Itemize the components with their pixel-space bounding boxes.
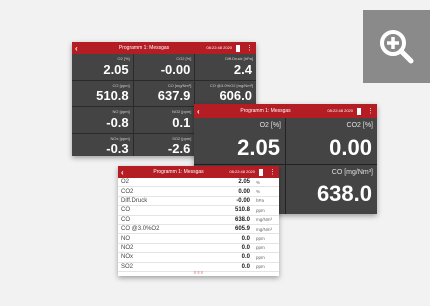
measurement-cell[interactable]: CO [mg/Nm³] 638.0 (286, 165, 377, 214)
row-name: CO (118, 205, 207, 216)
measurement-value: 0.00 (329, 135, 372, 160)
measurement-label: NOx [ppm] (110, 135, 130, 141)
row-unit: hPa (253, 196, 279, 207)
measurement-value: 606.0 (219, 88, 252, 103)
row-name: O2 (118, 178, 207, 188)
screen-title: Programm 1: Messgas (118, 45, 170, 51)
measurement-value: -0.3 (106, 141, 129, 156)
row-name: CO (118, 215, 207, 225)
row-value: 0.0 (207, 233, 253, 244)
measurement-cell[interactable]: CO [ppm] 510.8 (72, 80, 133, 106)
screen-titlebar: ‹ Programm 1: Messgas 08:22:48 2020 ⋮ (72, 42, 256, 54)
battery-icon (259, 168, 263, 176)
measurement-label: Diff.Druck [hPa] (225, 56, 253, 61)
measurement-label: CO2 [%] (346, 122, 373, 129)
measurement-value: 2.4 (233, 61, 252, 77)
row-unit: % (253, 178, 279, 188)
measurement-cell[interactable]: NOx [ppm] -0.3 (72, 133, 133, 156)
screen-title: Programm 1: Messgas (240, 108, 291, 114)
measurement-value: 0.1 (172, 114, 191, 130)
clock: 08:22:48 2020 (327, 108, 353, 113)
row-value: 510.8 (207, 205, 253, 216)
measurement-cell[interactable]: NO2 [ppm] 0.1 (133, 107, 195, 133)
measurement-label: CO2 [%] (176, 56, 192, 61)
row-name: Diff.Druck (118, 196, 207, 207)
battery-icon (357, 107, 361, 115)
measurement-cell[interactable]: Diff.Druck [hPa] 2.4 (195, 54, 256, 80)
measurement-value: 510.8 (96, 88, 129, 103)
measurement-table: O2 2.05% CO2 0.00% Diff.Druck -0.00 hPa CO 510.8… (118, 178, 279, 272)
table-row: NO 0.0 ppm (118, 233, 279, 244)
measurement-label: NO [ppm] (112, 109, 130, 114)
back-icon[interactable]: ‹ (197, 107, 200, 116)
row-name: NO2 (118, 243, 207, 254)
measurement-value: 638.0 (316, 181, 372, 206)
row-value: 605.9 (207, 224, 253, 235)
row-unit: mg/Nm³ (253, 215, 279, 225)
screen-title: Programm 1: Messgas (153, 169, 204, 175)
measurement-cell[interactable]: O2 [%] 2.05 (194, 118, 285, 164)
more-icon[interactable]: ⋮ (367, 107, 374, 115)
more-icon[interactable]: ⋮ (246, 44, 253, 52)
table-row: O2 2.05% (118, 178, 279, 188)
measurement-value: -0.00 (160, 61, 191, 77)
back-icon[interactable]: ‹ (121, 168, 124, 177)
table-row: CO 510.8 ppm (118, 205, 279, 216)
row-name: CO2 (118, 186, 207, 197)
back-icon[interactable]: ‹ (75, 44, 78, 53)
row-unit: ppm (253, 243, 279, 254)
measurement-cell[interactable]: CO2 [%] -0.00 (133, 54, 195, 80)
row-name: NO (118, 233, 207, 244)
clock: 08:22:48 2020 (229, 169, 255, 174)
row-unit: mg/Nm³ (253, 224, 279, 235)
row-value: 0.0 (207, 252, 253, 263)
measurement-label: CO [mg/Nm³] (331, 169, 373, 176)
measurement-value: 2.05 (237, 135, 280, 160)
measurement-cell[interactable]: CO @3.0%O2 [mg/Nm³] 606.0 (195, 80, 256, 106)
measurement-value: -2.6 (167, 141, 191, 156)
screen-titlebar: ‹ Programm 1: Messgas 08:22:48 2020 ⋮ (118, 166, 279, 178)
measurement-label: O2 [%] (259, 122, 281, 129)
measurement-label: NO2 [ppm] (171, 109, 192, 114)
row-value: -0.00 (207, 196, 253, 207)
measurement-value: 637.9 (157, 88, 191, 103)
measurement-cell[interactable]: NO [ppm] -0.8 (72, 107, 133, 133)
row-name: NOx (118, 252, 207, 263)
measurement-cell[interactable]: CO2 [%] 0.00 (286, 118, 377, 164)
measurement-cell[interactable]: O2 [%] 2.05 (72, 54, 133, 80)
screen-titlebar: ‹ Programm 1: Messgas 08:22:48 2020 ⋮ (194, 104, 377, 118)
row-value: 0.00 (207, 186, 253, 197)
measurement-label: CO [mg/Nm³] (167, 82, 192, 88)
row-unit: ppm (253, 205, 279, 216)
row-unit: % (253, 186, 279, 197)
measurement-value: -0.8 (106, 114, 129, 130)
page-indicator: ≡ ≡ ≡ (193, 270, 204, 275)
zoom-button[interactable] (363, 10, 430, 83)
table-row: NO2 0.0 ppm (118, 243, 279, 254)
row-name: CO @3.0%O2 (118, 224, 207, 235)
measurement-cell[interactable]: CO [mg/Nm³] 637.9 (133, 80, 195, 106)
measurement-value: 2.05 (103, 61, 129, 77)
row-value: 638.0 (207, 215, 253, 225)
device-screen-list-view: ‹ Programm 1: Messgas 08:22:48 2020 ⋮ O2… (118, 166, 279, 276)
table-row: CO @3.0%O2 605.9 mg/Nm³ (118, 224, 279, 235)
battery-icon (236, 44, 240, 52)
zoom-in-icon (379, 29, 413, 63)
table-row: CO2 0.00% (118, 186, 279, 197)
measurement-label: SO2 [ppm] (172, 135, 192, 141)
row-value: 2.05 (207, 178, 253, 188)
row-value: 0.0 (207, 243, 253, 254)
table-row: Diff.Druck -0.00 hPa (118, 196, 279, 207)
measurement-label: O2 [%] (117, 56, 130, 61)
row-unit: ppm (253, 233, 279, 244)
clock: 08:22:48 2020 (206, 45, 232, 50)
table-row: CO 638.0 mg/Nm³ (118, 215, 279, 225)
measurement-cell[interactable]: SO2 [ppm] -2.6 (133, 133, 195, 156)
measurement-label: CO @3.0%O2 [mg/Nm³] (209, 82, 253, 88)
measurement-label: CO [ppm] (112, 82, 130, 88)
row-unit: ppm (253, 252, 279, 263)
table-row: NOx 0.0 ppm (118, 252, 279, 263)
more-icon[interactable]: ⋮ (269, 168, 276, 176)
